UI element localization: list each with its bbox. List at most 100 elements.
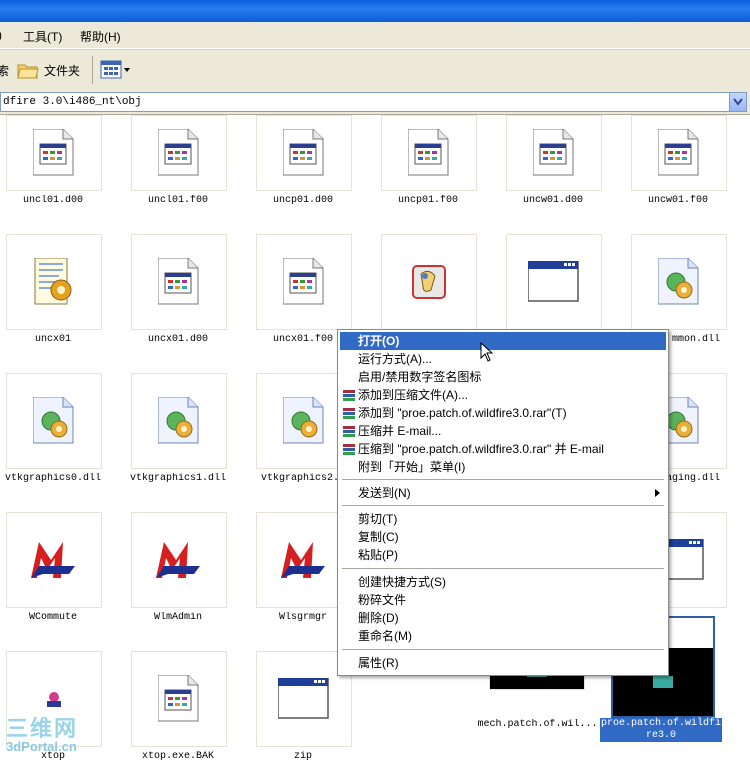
file-name: zip — [293, 751, 312, 762]
menu-help[interactable]: 帮助(H) — [80, 28, 121, 45]
menu-toggle-signature-icon[interactable]: 启用/禁用数字签名图标 — [340, 368, 666, 386]
winrar-icon — [343, 444, 355, 455]
file-thumbnail — [131, 234, 227, 330]
menu-bar: ) 工具(T) 帮助(H) — [0, 22, 750, 49]
watermark-title: 三维网 — [6, 716, 79, 741]
winrar-icon — [343, 390, 355, 401]
file-name: WlmAdmin — [153, 612, 202, 623]
chevron-right-icon — [655, 489, 660, 497]
menu-pin-to-start[interactable]: 附到「开始」菜单(I) — [340, 458, 666, 476]
document-icon — [283, 258, 324, 305]
menu-cut[interactable]: 剪切(T) — [340, 510, 666, 528]
menu-compress-to-rar-email[interactable]: 压缩到 "proe.patch.of.wildfire3.0.rar" 并 E-… — [340, 440, 666, 458]
menu-tools[interactable]: 工具(T) — [23, 28, 62, 45]
menu-rename[interactable]: 重命名(M) — [340, 627, 666, 645]
winrar-icon — [343, 426, 355, 437]
window-icon — [528, 261, 579, 302]
menu-compress-email[interactable]: 压缩并 E-mail... — [340, 422, 666, 440]
document-icon — [283, 129, 324, 176]
file-name: uncl01.f00 — [147, 195, 208, 206]
address-bar: dfire 3.0\i486_nt\obj — [0, 90, 750, 115]
menu-item-fragment[interactable]: ) — [0, 28, 2, 42]
menu-send-to[interactable]: 发送到(N) — [340, 484, 666, 502]
file-item[interactable]: xtop.exe.BAK — [125, 651, 250, 768]
file-name: uncx01 — [34, 334, 71, 345]
menu-delete[interactable]: 删除(D) — [340, 609, 666, 627]
menu-paste[interactable]: 粘贴(P) — [340, 546, 666, 564]
file-name: uncw01.d00 — [522, 195, 583, 206]
menu-properties[interactable]: 属性(R) — [340, 654, 666, 672]
menu-add-to-rar[interactable]: 添加到 "proe.patch.of.wildfire3.0.rar"(T) — [340, 404, 666, 422]
file-thumbnail — [631, 234, 727, 330]
window-icon — [653, 676, 673, 688]
toolbar: 索 文件夹 — [0, 49, 750, 91]
folder-icon — [17, 64, 39, 79]
file-name: mech.patch.of.wil... — [477, 719, 598, 730]
window-icon — [278, 678, 329, 719]
lm-logo-icon — [156, 542, 200, 578]
menu-add-to-archive[interactable]: 添加到压缩文件(A)... — [340, 386, 666, 404]
dll-icon — [33, 397, 74, 444]
file-thumbnail — [6, 512, 102, 608]
file-name: uncp01.f00 — [397, 195, 458, 206]
menu-create-shortcut[interactable]: 创建快捷方式(S) — [340, 573, 666, 591]
file-name: vtkgraphics0.dll — [4, 473, 101, 484]
menu-separator — [342, 479, 664, 480]
file-name: uncw01.f00 — [647, 195, 708, 206]
file-thumbnail — [131, 651, 227, 747]
xtop-icon — [47, 692, 61, 707]
document-icon — [658, 129, 699, 176]
menu-separator — [342, 505, 664, 506]
menu-copy[interactable]: 复制(C) — [340, 528, 666, 546]
menu-run-as[interactable]: 运行方式(A)... — [340, 350, 666, 368]
watermark: 三维网 3dPortal.cn — [6, 718, 78, 754]
file-item[interactable]: uncx01 — [0, 234, 125, 373]
file-item[interactable]: vtkgraphics1.dll — [125, 373, 250, 512]
file-item[interactable]: WCommute — [0, 512, 125, 651]
document-icon — [158, 675, 199, 722]
file-thumbnail — [131, 512, 227, 608]
file-name: uncl01.d00 — [22, 195, 83, 206]
file-thumbnail — [506, 115, 602, 191]
address-input[interactable]: dfire 3.0\i486_nt\obj — [0, 92, 730, 112]
file-item[interactable]: uncx01.d00 — [125, 234, 250, 373]
watermark-url: 3dPortal.cn — [6, 739, 77, 754]
title-bar — [0, 0, 750, 22]
search-button-fragment[interactable]: 索 — [0, 58, 9, 82]
file-thumbnail — [131, 373, 227, 469]
folders-button[interactable]: 文件夹 — [17, 58, 80, 82]
mouse-cursor-icon — [480, 342, 494, 362]
folders-label: 文件夹 — [44, 63, 81, 78]
document-icon — [33, 129, 74, 176]
winrar-icon — [343, 408, 355, 419]
menu-shred-file[interactable]: 粉碎文件 — [340, 591, 666, 609]
file-thumbnail — [131, 115, 227, 191]
menu-open[interactable]: 打开(O) — [340, 332, 666, 350]
file-name-selected: proe.patch.of.wildfire3.0 — [600, 718, 722, 742]
file-item[interactable]: WlmAdmin — [125, 512, 250, 651]
document-icon — [158, 129, 199, 176]
menu-separator — [342, 649, 664, 650]
file-thumbnail — [381, 234, 477, 330]
file-name: uncp01.d00 — [272, 195, 333, 206]
file-name: vtkgraphics1.dll — [129, 473, 226, 484]
lm-logo-icon — [31, 542, 75, 578]
views-button[interactable] — [100, 58, 132, 82]
views-icon — [100, 60, 130, 79]
file-item[interactable]: vtkgraphics0.dll — [0, 373, 125, 512]
address-dropdown-button[interactable] — [729, 92, 747, 112]
file-thumbnail — [6, 234, 102, 330]
dll-icon — [158, 397, 199, 444]
document-icon — [158, 258, 199, 305]
app-icon — [412, 265, 446, 299]
file-thumbnail — [256, 115, 352, 191]
lm-logo-icon — [281, 542, 325, 578]
file-thumbnail — [381, 115, 477, 191]
file-name: uncx01.d00 — [147, 334, 208, 345]
context-menu: 打开(O) 运行方式(A)... 启用/禁用数字签名图标 添加到压缩文件(A).… — [337, 329, 669, 676]
file-name: WCommute — [28, 612, 77, 623]
file-thumbnail — [6, 115, 102, 191]
dll-icon — [283, 397, 324, 444]
settings-file-icon — [34, 258, 72, 305]
toolbar-separator — [92, 56, 93, 84]
